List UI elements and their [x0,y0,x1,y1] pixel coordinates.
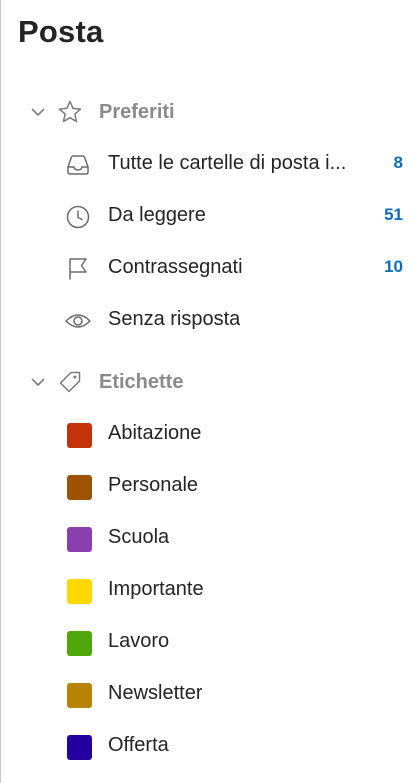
label-item-label: Personale [108,474,199,496]
page-title: Posta [18,14,104,49]
label-item-label: Abitazione [108,422,202,444]
favorite-item-all-inboxes[interactable]: Tutte le cartelle di posta i... 8 [1,144,418,184]
favorite-item-flagged[interactable]: Contrassegnati 10 [1,248,418,288]
label-item[interactable]: Offerta [1,726,418,766]
label-color-swatch [67,423,92,448]
label-item[interactable]: Scuola [1,518,418,558]
favorites-section-label: Preferiti [99,100,175,123]
label-item-label: Scuola [108,526,170,548]
tag-icon [59,371,81,393]
favorite-item-label: Contrassegnati [108,256,243,278]
favorite-item-label: Tutte le cartelle di posta i... [108,152,347,174]
chevron-down-icon[interactable] [30,374,46,390]
favorite-item-label: Da leggere [108,204,206,226]
label-item-label: Newsletter [108,682,203,704]
label-item[interactable]: Personale [1,466,418,506]
chevron-down-icon[interactable] [30,104,46,120]
favorite-item-label: Senza risposta [108,308,241,330]
eye-icon [65,314,91,328]
label-item[interactable]: Lavoro [1,622,418,662]
unread-count-badge: 8 [393,153,403,172]
unread-count-badge: 51 [384,205,403,224]
favorites-section-header[interactable]: Preferiti [1,97,418,127]
label-item[interactable]: Abitazione [1,414,418,454]
label-color-swatch [67,579,92,604]
favorite-item-unreplied[interactable]: Senza risposta [1,300,418,340]
clock-icon [66,205,90,229]
label-color-swatch [67,683,92,708]
label-item[interactable]: Newsletter [1,674,418,714]
label-item-label: Offerta [108,734,169,756]
label-item[interactable]: Importante [1,570,418,610]
favorite-item-unread[interactable]: Da leggere 51 [1,196,418,236]
label-color-swatch [67,735,92,760]
star-icon [58,100,82,123]
flag-icon [69,258,87,280]
mail-folder-pane: Posta Preferiti Tutte le cartelle di pos… [0,0,418,783]
label-item-label: Importante [108,578,204,600]
labels-section-header[interactable]: Etichette [1,367,418,397]
label-color-swatch [67,631,92,656]
unread-count-badge: 10 [384,257,403,276]
inbox-tray-icon [67,155,89,175]
label-color-swatch [67,527,92,552]
label-color-swatch [67,475,92,500]
label-item-label: Lavoro [108,630,170,652]
labels-section-label: Etichette [99,370,184,393]
